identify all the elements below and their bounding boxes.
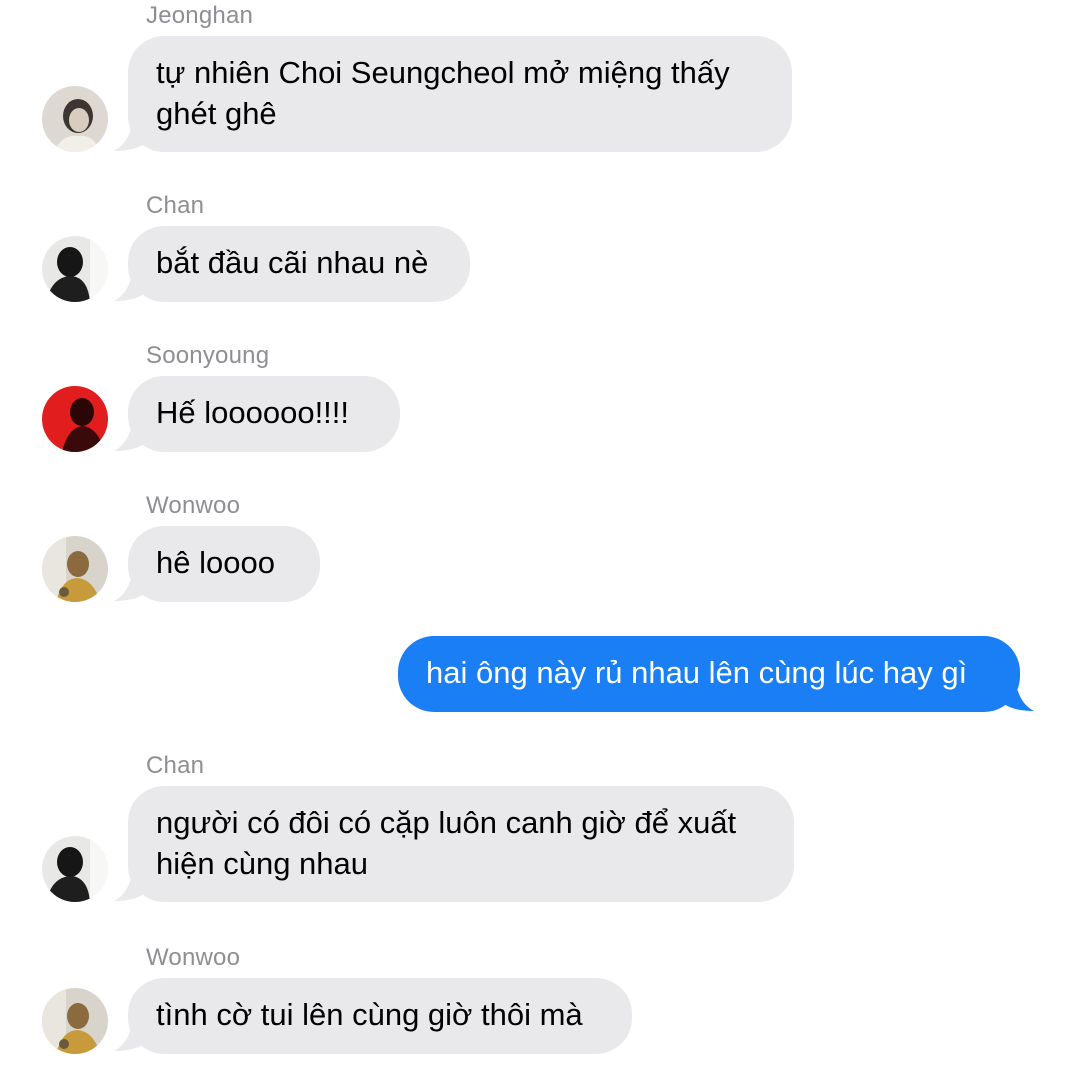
sender-name-soonyoung: Soonyoung — [146, 342, 270, 369]
sender-name-wonwoo: Wonwoo — [146, 492, 241, 519]
avatar-chan[interactable] — [42, 836, 108, 902]
sender-name-chan: Chan — [146, 752, 205, 779]
avatar-wonwoo[interactable] — [42, 536, 108, 602]
incoming-message-bubble[interactable]: Hế loooooo!!!! — [128, 376, 400, 452]
avatar-soonyoung[interactable] — [42, 386, 108, 452]
incoming-message-bubble[interactable]: bắt đầu cãi nhau nè — [128, 226, 470, 302]
avatar-jeonghan[interactable] — [42, 86, 108, 152]
incoming-message-bubble[interactable]: hê loooo — [128, 526, 320, 602]
incoming-message-bubble[interactable]: tình cờ tui lên cùng giờ thôi mà — [128, 978, 632, 1054]
avatar-chan[interactable] — [42, 236, 108, 302]
sender-name-wonwoo: Wonwoo — [146, 944, 241, 971]
outgoing-message-bubble[interactable]: hai ông này rủ nhau lên cùng lúc hay gì — [398, 636, 1020, 712]
bubble-tail — [1004, 684, 1034, 711]
avatar-wonwoo[interactable] — [42, 988, 108, 1054]
sender-name-chan: Chan — [146, 192, 205, 219]
incoming-message-bubble[interactable]: người có đôi có cặp luôn canh giờ để xuấ… — [128, 786, 794, 902]
incoming-message-bubble[interactable]: tự nhiên Choi Seungcheol mở miệng thấy g… — [128, 36, 792, 152]
sender-name-jeonghan: Jeonghan — [146, 2, 254, 29]
